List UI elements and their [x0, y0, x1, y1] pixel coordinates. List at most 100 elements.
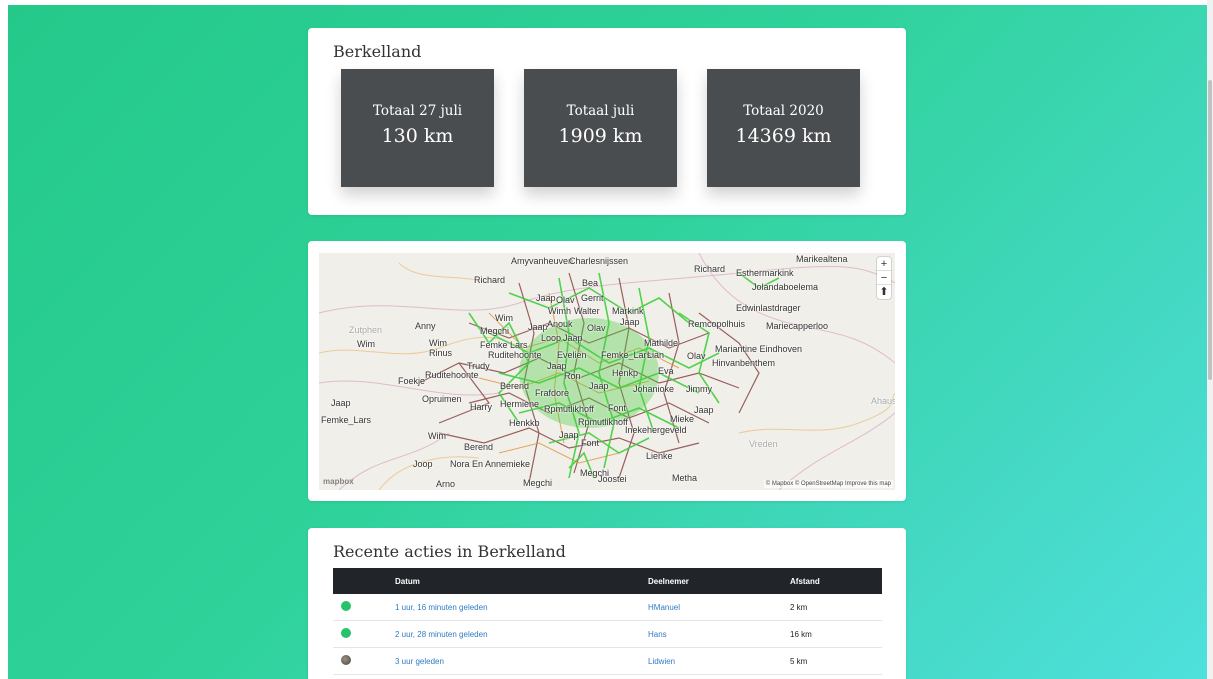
- map-label: Harry: [470, 402, 492, 412]
- avatar: [341, 628, 351, 638]
- avatar-cell: [333, 601, 395, 613]
- map-label: Joop: [413, 459, 433, 469]
- map-label: Henkkb: [509, 418, 540, 428]
- map-label: Berend: [464, 442, 494, 452]
- map-label: Mariecapperloo: [766, 321, 829, 331]
- map-label: Bea: [582, 278, 599, 288]
- map-label: Femke_Lars: [321, 415, 372, 425]
- map-label: Rinus: [429, 348, 453, 358]
- stat-value: 14369 km: [735, 125, 832, 147]
- avatar-cell: [333, 628, 395, 640]
- map-label: Olav: [687, 351, 706, 361]
- map-label: Jaap: [559, 430, 579, 440]
- map-label: Wim: [428, 431, 446, 441]
- map-label: Nora En Annemieke: [450, 459, 531, 469]
- map-label: Esthermarkink: [736, 268, 794, 278]
- mapbox-logo[interactable]: mapbox: [323, 477, 354, 486]
- map-label: Mathilde: [644, 338, 679, 348]
- map-label: Megchi: [480, 326, 510, 336]
- header-datum: Datum: [395, 576, 420, 586]
- map-label: Rpmutlikhoff: [544, 404, 594, 414]
- map-label: Frafdore: [535, 388, 570, 398]
- map-label: Henkp: [612, 368, 639, 378]
- distance-value: 2 km: [790, 602, 808, 612]
- avatar: [341, 655, 351, 665]
- map-attribution[interactable]: © Mapbox © OpenStreetMap Improve this ma…: [763, 480, 893, 488]
- avatar: [341, 601, 351, 611]
- route-map[interactable]: Amyvanheuven Charlesnijssen Richard Rich…: [319, 253, 895, 490]
- map-label: Jaap: [589, 381, 609, 391]
- map-label: Font: [608, 403, 627, 413]
- scrollbar-thumb[interactable]: [1208, 80, 1212, 380]
- map-label: Ruditehoonte: [488, 350, 542, 360]
- map-label: Remcopolhuis: [688, 319, 746, 329]
- map-label: Walter: [574, 306, 600, 316]
- map-label: Femke Lars: [480, 340, 528, 350]
- map-zoom-controls: + − ⬆: [877, 257, 891, 299]
- map-label: Edwinlastdrager: [736, 303, 801, 313]
- activity-date-link[interactable]: 1 uur, 16 minuten geleden: [395, 603, 648, 612]
- participant-link[interactable]: Lidwien: [648, 657, 790, 666]
- map-label: Marikealtena: [796, 254, 848, 264]
- recent-activity-card: Recente acties in Berkelland Datum Deeln…: [308, 528, 906, 679]
- stat-value: 1909 km: [558, 125, 643, 147]
- map-label: Foekje: [398, 376, 426, 386]
- map-label: Jaap: [563, 333, 583, 343]
- map-label: Inekehergeveld: [625, 425, 687, 435]
- zoom-out-button[interactable]: −: [877, 271, 891, 285]
- map-label: Ahaus: [871, 396, 895, 406]
- map-label: Wim: [429, 338, 447, 348]
- compass-button[interactable]: ⬆: [877, 285, 891, 299]
- map-label: Mieke: [670, 414, 695, 424]
- map-label: Richard: [474, 275, 506, 285]
- map-label: Richard: [694, 264, 726, 274]
- map-label: Jimmy: [686, 384, 712, 394]
- map-label: Evelien: [557, 350, 587, 360]
- map-label: Rpmutlikhoff: [578, 417, 628, 427]
- map-label: Lian: [647, 350, 665, 360]
- activity-date-link[interactable]: 2 uur, 28 minuten geleden: [395, 630, 648, 639]
- map-label: Berend: [500, 381, 530, 391]
- page-background: Berkelland Totaal 27 juli 130 km Totaal …: [8, 5, 1207, 679]
- stats-card-title: Berkelland: [333, 42, 422, 61]
- map-label: Mariantine Eindhoven: [715, 344, 803, 354]
- map-label: Wimh: [548, 306, 571, 316]
- map-label: Jaap: [528, 322, 548, 332]
- stat-tile-year: Totaal 2020 14369 km: [707, 69, 860, 187]
- participant-link[interactable]: Hans: [648, 630, 790, 639]
- map-label: Zutphen: [349, 325, 383, 335]
- map-label: Ron: [564, 371, 581, 381]
- stat-value: 130 km: [381, 125, 454, 147]
- stat-label: Totaal juli: [566, 103, 635, 119]
- map-label: Jaap: [331, 398, 351, 408]
- map-label: Ruditehoonte: [425, 370, 479, 380]
- map-label: Anny: [415, 321, 436, 331]
- map-label: Vreden: [749, 439, 778, 449]
- map-label: Font: [581, 438, 600, 448]
- map-label: Jaap: [620, 317, 640, 327]
- table-row: 1 uur, 16 minuten geleden HManuel 2 km: [333, 594, 882, 621]
- avatar-cell: [333, 655, 395, 667]
- map-card: Amyvanheuven Charlesnijssen Richard Rich…: [308, 241, 906, 501]
- map-label: Jaap: [694, 405, 714, 415]
- stat-label: Totaal 27 juli: [372, 103, 463, 119]
- map-label: Loop: [541, 333, 562, 343]
- map-label: Lienke: [646, 451, 673, 461]
- stat-tile-month: Totaal juli 1909 km: [524, 69, 677, 187]
- map-label: Metha: [672, 473, 698, 483]
- map-label: Gerrit: [581, 293, 604, 303]
- map-label: Megchi: [523, 478, 553, 488]
- map-label: Arno: [436, 479, 456, 489]
- map-label: Charlesnijssen: [569, 256, 629, 266]
- map-label: Jaap: [547, 361, 567, 371]
- distance-value: 5 km: [790, 656, 808, 666]
- table-row: 2 uur, 28 minuten geleden Hans 16 km: [333, 621, 882, 648]
- activity-date-link[interactable]: 3 uur geleden: [395, 657, 648, 666]
- map-label: Wim: [495, 313, 513, 323]
- page-scrollbar[interactable]: [1207, 0, 1213, 679]
- map-label: Jolandaboelema: [752, 282, 819, 292]
- recent-activity-title: Recente acties in Berkelland: [333, 542, 566, 561]
- zoom-in-button[interactable]: +: [877, 257, 891, 271]
- participant-link[interactable]: HManuel: [648, 603, 790, 612]
- map-label: Hermiene: [500, 399, 540, 409]
